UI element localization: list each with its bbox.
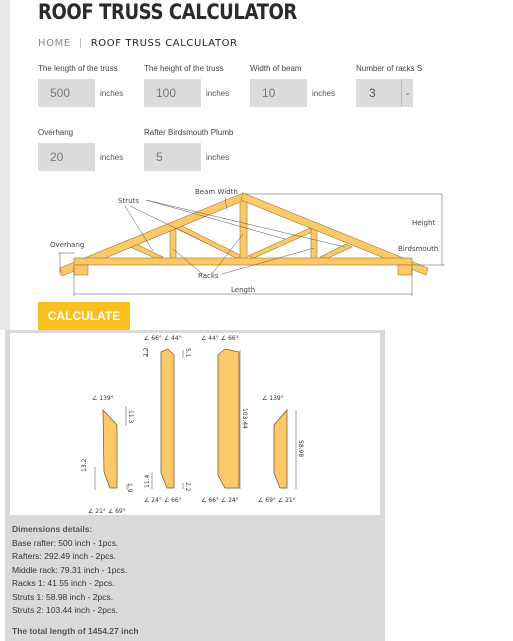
piece-strut-1-right bbox=[273, 409, 288, 489]
calculate-button[interactable]: CALCULATE bbox=[38, 302, 130, 331]
label-birdsmouth: Birdsmouth bbox=[398, 245, 438, 253]
p4-bottom-angles: ∠ 69° ∠ 21° bbox=[258, 497, 296, 504]
beam-width-field: Width of beam 10 inches bbox=[250, 64, 335, 107]
length-field: The length of the truss 500 inches bbox=[38, 64, 123, 107]
dimension-line: Struts 1: 58.98 inch - 2pcs. bbox=[12, 591, 114, 602]
p1-dim-top: 11.3 bbox=[127, 410, 134, 424]
p2-top-angles: ∠ 66° ∠ 44° bbox=[144, 335, 182, 342]
label-overhang: Overhang bbox=[50, 241, 84, 249]
height-label: The height of the truss bbox=[144, 64, 224, 73]
overhang-label: Overhang bbox=[38, 128, 74, 137]
dimension-line: Rafters: 292.49 inch - 2pcs. bbox=[12, 551, 116, 561]
racks-label: Number of racks S bbox=[356, 64, 423, 73]
length-unit: inches bbox=[100, 89, 124, 98]
overhang-unit: inches bbox=[100, 153, 124, 162]
p2-dim-top-left: 2.2 bbox=[143, 347, 150, 357]
chevron-down-icon[interactable]: ⌄ bbox=[401, 79, 413, 107]
birdsmouth-field: Rafter Birdsmouth Plumb 5 inches bbox=[144, 128, 234, 171]
breadcrumb-current: ROOF TRUSS CALCULATOR bbox=[90, 38, 238, 49]
label-length: Length bbox=[231, 286, 255, 294]
label-beam-width: Beam Width bbox=[195, 188, 238, 196]
length-input[interactable]: 500 bbox=[38, 79, 95, 107]
label-height: Height bbox=[412, 219, 435, 227]
overhang-input[interactable]: 20 bbox=[38, 143, 95, 171]
strut-left-2 bbox=[175, 223, 243, 259]
piece-strut-2-right bbox=[217, 348, 240, 489]
dimension-line: Base rafter: 500 inch - 1pcs. bbox=[12, 537, 119, 548]
label-struts: Struts bbox=[118, 197, 139, 205]
height-input[interactable]: 100 bbox=[144, 79, 201, 107]
rack-left bbox=[169, 228, 177, 260]
birdsmouth-unit: inches bbox=[206, 153, 230, 162]
support-left bbox=[73, 264, 89, 276]
p1-dim-bottom-left: 13.2 bbox=[81, 458, 88, 472]
racks-field: Number of racks S 3 ⌄ bbox=[356, 64, 423, 107]
dimension-line: Middle rack: 79.31 inch - 1pcs. bbox=[12, 564, 128, 575]
breadcrumb-home[interactable]: HOME bbox=[38, 38, 71, 49]
p1-dim-bottom-right: 1.9 bbox=[126, 483, 133, 493]
p1-top-angle: ∠ 139° bbox=[92, 395, 114, 402]
racks-select[interactable]: 3 ⌄ bbox=[356, 79, 413, 107]
p2-bottom-angles: ∠ 24° ∠ 66° bbox=[144, 497, 182, 504]
p2-dim-bottom-right: 2.2 bbox=[184, 482, 191, 492]
overhang-field: Overhang 20 inches bbox=[38, 128, 123, 171]
truss-diagram: Beam Width Struts Height Birdsmouth Over… bbox=[50, 188, 445, 296]
p2-dim-top-right: 5.1 bbox=[184, 348, 191, 358]
p3-dim-length: 103.44 bbox=[241, 408, 248, 429]
beam-width-input[interactable]: 10 bbox=[250, 79, 307, 107]
length-label: The length of the truss bbox=[38, 64, 118, 73]
rack-right bbox=[310, 228, 318, 260]
p3-bottom-angles: ∠ 66° ∠ 24° bbox=[201, 497, 239, 504]
piece-strut-2-left bbox=[160, 348, 175, 489]
support-right bbox=[397, 264, 413, 276]
birdsmouth-label: Rafter Birdsmouth Plumb bbox=[144, 128, 234, 137]
p4-top-angle: ∠ 139° bbox=[262, 395, 284, 402]
racks-value: 3 bbox=[369, 86, 376, 100]
dimensions-details: Dimensions details: Base rafter: 500 inc… bbox=[12, 523, 127, 618]
beam-width-unit: inches bbox=[312, 89, 336, 98]
breadcrumb: HOME | ROOF TRUSS CALCULATOR bbox=[38, 38, 238, 49]
total-length: The total length of 1454.27 inch bbox=[12, 626, 139, 636]
p2-dim-bottom-left: 11.4 bbox=[144, 474, 151, 488]
breadcrumb-separator: | bbox=[78, 38, 83, 49]
beam-width-label: Width of beam bbox=[250, 64, 302, 73]
rack-middle bbox=[239, 200, 248, 260]
p3-top-angles: ∠ 44° ∠ 66° bbox=[201, 335, 239, 342]
p1-bottom-angles: ∠ 21° ∠ 69° bbox=[88, 508, 126, 515]
piece-strut-1-left bbox=[102, 409, 118, 489]
height-field: The height of the truss 100 inches bbox=[144, 64, 229, 107]
strut-right-1 bbox=[318, 243, 353, 259]
strut-right-2 bbox=[247, 227, 313, 259]
strut-left-1 bbox=[129, 243, 165, 259]
p4-dim-length: 58.98 bbox=[297, 440, 304, 457]
label-racks: Racks bbox=[198, 272, 219, 280]
height-unit: inches bbox=[206, 89, 230, 98]
dimension-line: Struts 2: 103.44 inch - 2pcs. bbox=[12, 605, 118, 615]
dimensions-heading: Dimensions details: bbox=[12, 524, 93, 534]
birdsmouth-input[interactable]: 5 bbox=[144, 143, 201, 171]
page-title: ROOF TRUSS CALCULATOR bbox=[38, 0, 297, 24]
base-rafter bbox=[73, 257, 413, 266]
dimension-line: Racks 1: 41.55 inch - 2pcs. bbox=[12, 578, 115, 588]
pieces-diagram: ∠ 139° ∠ 21° ∠ 69° ∠ 66° ∠ 44° ∠ 24° ∠ 6… bbox=[81, 335, 304, 515]
